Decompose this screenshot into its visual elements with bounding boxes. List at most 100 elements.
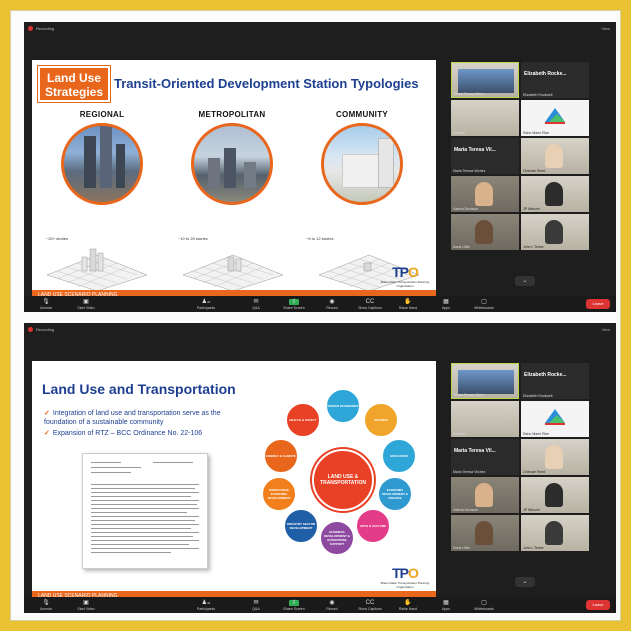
- slide-title: Transit-Oriented Development Station Typ…: [114, 76, 419, 91]
- whiteboards-button[interactable]: ▢ Whiteboards: [466, 600, 502, 611]
- participant-tile[interactable]: Valeria Decisum: [451, 477, 519, 513]
- qa-button[interactable]: ✉ Q&A: [238, 600, 274, 611]
- metropolitan-rail-photo: [191, 123, 273, 205]
- participants-button[interactable]: ♟42 Participants: [188, 299, 224, 310]
- participant-tile[interactable]: Maria Teresa Vilch...: [451, 363, 519, 399]
- check-icon: ✓: [44, 430, 50, 437]
- typology-label: REGIONAL: [79, 110, 125, 119]
- qa-icon: ✉: [253, 299, 259, 305]
- participant-tile[interactable]: Poshoh: [451, 100, 519, 136]
- captions-icon: CC: [365, 600, 375, 606]
- view-button[interactable]: View: [601, 26, 610, 31]
- record-button[interactable]: ◉ Record: [314, 600, 350, 611]
- zoom-window-top: Recording View Land Use Strategies Trans…: [24, 22, 616, 312]
- show-captions-button[interactable]: CC Show Captions: [352, 299, 388, 310]
- participant-tile[interactable]: Chenaie Reed: [521, 439, 589, 475]
- participants-panel: Maria Teresa Vilch... Elizabeth Rocke...…: [451, 62, 591, 302]
- participants-scroll-down-icon[interactable]: ⌄: [515, 276, 535, 286]
- window-top-bar: Recording View: [24, 323, 616, 337]
- participant-tile[interactable]: Elizabeth Rocke... Elizabeth Rockwell: [521, 62, 589, 98]
- participant-tile[interactable]: Dana Little: [451, 515, 519, 551]
- whiteboard-icon: ▢: [481, 299, 487, 305]
- participant-tile[interactable]: Poshoh: [451, 401, 519, 437]
- recording-label: Recording: [36, 327, 55, 332]
- recording-indicator: Recording: [28, 327, 54, 332]
- record-button[interactable]: ◉ Record: [314, 299, 350, 310]
- meeting-toolbar: 🎙 Unmute ▣ Start Video ♟42 Participants ✉ Q&…: [24, 296, 616, 312]
- regional-city-photo: [61, 123, 143, 205]
- typology-metropolitan: METROPOLITAN: [182, 110, 282, 205]
- participant-tile[interactable]: Dana Little: [451, 214, 519, 250]
- show-captions-button[interactable]: CC Show Captions: [352, 600, 388, 611]
- stories-label: ~20+ stories: [46, 236, 69, 241]
- participant-tile[interactable]: Chenaie Reed: [521, 138, 589, 174]
- hand-icon: ✋: [404, 600, 412, 606]
- share-screen-button[interactable]: ⇧ Share Screen: [276, 600, 312, 611]
- tpo-logo: TPO Miami-Dade Transportation Planning O…: [380, 264, 430, 288]
- participant-tile[interactable]: Rahn Marin Rice: [521, 401, 589, 437]
- recording-label: Recording: [36, 26, 55, 31]
- apps-button[interactable]: ▦ Apps: [428, 600, 464, 611]
- record-dot-icon: [28, 26, 33, 31]
- shared-slide-typologies: Land Use Strategies Transit-Oriented Dev…: [32, 60, 436, 300]
- unmute-button[interactable]: 🎙 Unmute: [28, 600, 64, 611]
- raise-hand-button[interactable]: ✋ Raise Hand: [390, 600, 426, 611]
- captions-icon: CC: [365, 299, 375, 305]
- meeting-toolbar: 🎙 Unmute ▣ Start Video ♟42 Participants ✉ Q&…: [24, 597, 616, 613]
- microphone-muted-icon: 🎙: [42, 299, 50, 305]
- node-housing: HOUSING: [364, 403, 398, 437]
- participant-tile[interactable]: John L Teime: [521, 214, 589, 250]
- participant-tile[interactable]: Maria Teresa Vil... Maria Teresa Vilchez: [451, 439, 519, 475]
- typology-label: COMMUNITY: [335, 110, 389, 119]
- raise-hand-button[interactable]: ✋ Raise Hand: [390, 299, 426, 310]
- end-meeting-button[interactable]: Leave: [586, 299, 610, 309]
- apps-icon: ▦: [443, 600, 449, 606]
- node-industry-sector: INDUSTRY SECTOR DEVELOPMENT: [284, 509, 318, 543]
- regional-massing-diagram: [46, 248, 148, 291]
- participants-scroll-down-icon[interactable]: ⌄: [515, 577, 535, 587]
- participant-tile[interactable]: Maria Teresa Vilch...: [451, 62, 519, 98]
- record-icon: ◉: [329, 299, 335, 305]
- view-button[interactable]: View: [601, 327, 610, 332]
- participant-tile[interactable]: JP Wenzel: [521, 477, 589, 513]
- start-video-button[interactable]: ▣ Start Video: [68, 600, 104, 611]
- unmute-button[interactable]: 🎙 Unmute: [28, 299, 64, 310]
- video-off-icon: ▣: [83, 299, 89, 305]
- stories-label: ~6 to 12 stories: [306, 236, 334, 241]
- node-health-safety: HEALTH & SAFETY: [286, 403, 320, 437]
- window-top-bar: Recording View: [24, 22, 616, 36]
- participants-icon: ♟42: [201, 600, 211, 606]
- check-icon: ✓: [44, 410, 50, 417]
- community-building-photo: [321, 123, 403, 205]
- qa-button[interactable]: ✉ Q&A: [238, 299, 274, 310]
- recording-indicator: Recording: [28, 26, 54, 31]
- participant-tile[interactable]: JP Wenzel: [521, 176, 589, 212]
- record-dot-icon: [28, 327, 33, 332]
- ordinance-document-image: [82, 453, 208, 569]
- start-video-button[interactable]: ▣ Start Video: [68, 299, 104, 310]
- hand-icon: ✋: [404, 299, 412, 305]
- node-design-standards: DESIGN STANDARDS: [326, 389, 360, 423]
- apps-button[interactable]: ▦ Apps: [428, 299, 464, 310]
- participant-tile[interactable]: Elizabeth Rocke... Elizabeth Rockwell: [521, 363, 589, 399]
- participants-button[interactable]: ♟42 Participants: [188, 600, 224, 611]
- end-meeting-button[interactable]: Leave: [586, 600, 610, 610]
- participant-tile[interactable]: Valeria Decisum: [451, 176, 519, 212]
- slide-badge: Land Use Strategies: [38, 66, 110, 102]
- node-business-development: BUSINESS DEVELOPMENT & ENTERPRISE SUPPOR…: [320, 521, 354, 555]
- whiteboard-icon: ▢: [481, 600, 487, 606]
- tpo-logo: TPO Miami-Dade Transportation Planning O…: [380, 565, 430, 589]
- participant-tile[interactable]: Rahn Marin Rice: [521, 100, 589, 136]
- typology-regional: REGIONAL: [52, 110, 152, 205]
- participant-tile[interactable]: Maria Teresa Vil... Maria Teresa Vilchez: [451, 138, 519, 174]
- participants-icon: ♟42: [201, 299, 211, 305]
- whiteboards-button[interactable]: ▢ Whiteboards: [466, 299, 502, 310]
- share-screen-button[interactable]: ⇧ Share Screen: [276, 299, 312, 310]
- video-off-icon: ▣: [83, 600, 89, 606]
- stories-label: ~10 to 20 stories: [178, 236, 208, 241]
- typology-community: COMMUNITY: [312, 110, 412, 205]
- participant-tile[interactable]: John L Teime: [521, 515, 589, 551]
- node-arts-culture: ARTS & CULTURE: [356, 509, 390, 543]
- apps-icon: ▦: [443, 299, 449, 305]
- share-screen-icon: ⇧: [289, 600, 299, 606]
